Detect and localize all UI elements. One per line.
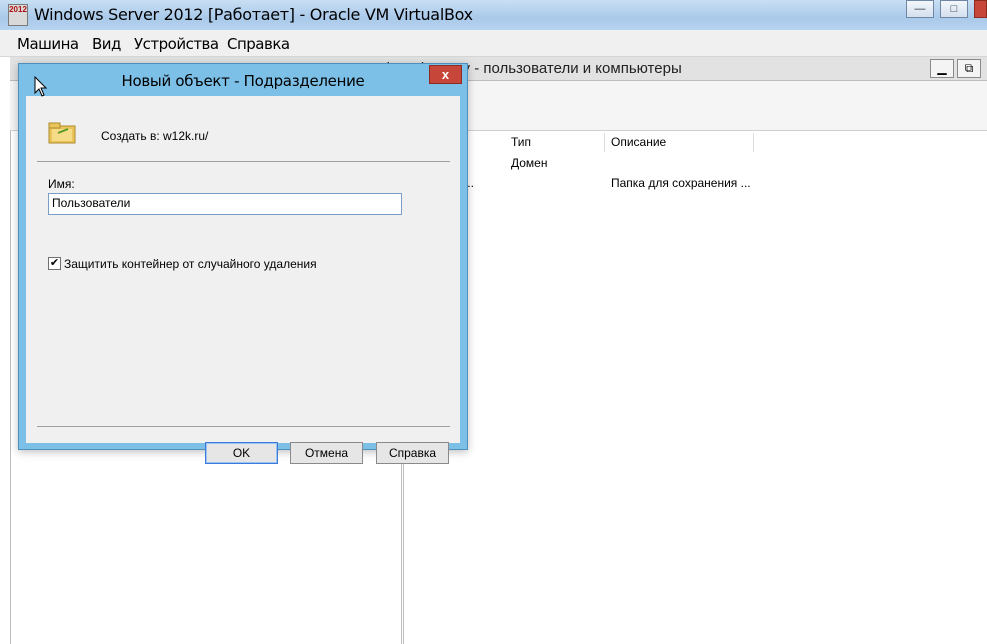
- name-label: Имя:: [48, 177, 75, 191]
- menu-devices[interactable]: Устройства: [134, 35, 219, 53]
- protect-checkbox[interactable]: ✔: [48, 257, 61, 270]
- close-icon: x: [441, 67, 450, 82]
- folder-icon: [48, 122, 76, 144]
- protect-label[interactable]: Защитить контейнер от случайного удалени…: [64, 257, 317, 271]
- menu-help[interactable]: Справка: [227, 35, 290, 53]
- column-description[interactable]: Описание: [605, 133, 754, 152]
- name-input[interactable]: Пользователи: [48, 193, 402, 215]
- cancel-button[interactable]: Отмена: [290, 442, 363, 464]
- create-in-value: w12k.ru/: [163, 129, 209, 143]
- details-pane[interactable]: [403, 131, 987, 644]
- dialog-body: Создать в: w12k.ru/ Имя: Пользователи ✔ …: [26, 96, 460, 464]
- row-1-type: Домен: [511, 156, 548, 170]
- maximize-icon: □: [950, 3, 958, 15]
- vbox-menubar: Машина Вид Устройства Справка: [0, 30, 987, 57]
- minimize-button[interactable]: —: [906, 0, 934, 18]
- app-icon-text: 2012: [9, 5, 27, 14]
- maximize-button[interactable]: □: [940, 0, 968, 18]
- new-ou-dialog: Новый объект - Подразделение x Создать в…: [18, 63, 468, 464]
- virtualbox-vm-icon: 2012: [8, 4, 28, 26]
- menu-view[interactable]: Вид: [92, 35, 121, 53]
- create-in-label: Создать в:: [101, 129, 160, 143]
- window-title: Windows Server 2012 [Работает] - Oracle …: [34, 5, 473, 24]
- vbox-titlebar: 2012 Windows Server 2012 [Работает] - Or…: [0, 0, 987, 30]
- mmc-minimize-button[interactable]: ▁: [930, 59, 954, 78]
- mouse-cursor-icon: [34, 76, 48, 97]
- help-button[interactable]: Справка: [376, 442, 449, 464]
- ok-button[interactable]: OK: [205, 442, 278, 464]
- dialog-close-button[interactable]: x: [429, 65, 462, 84]
- bottom-divider: [37, 426, 450, 427]
- close-button[interactable]: [974, 0, 987, 18]
- row-2-description: Папка для сохранения ...: [611, 176, 751, 190]
- column-type[interactable]: Тип: [505, 133, 605, 152]
- menu-machine[interactable]: Машина: [17, 35, 79, 53]
- create-in: Создать в: w12k.ru/: [101, 129, 208, 143]
- minimize-icon: —: [914, 3, 926, 15]
- mmc-restore-button[interactable]: ⧉: [957, 59, 981, 78]
- dialog-title: Новый объект - Подразделение: [121, 72, 365, 90]
- top-divider: [37, 161, 450, 162]
